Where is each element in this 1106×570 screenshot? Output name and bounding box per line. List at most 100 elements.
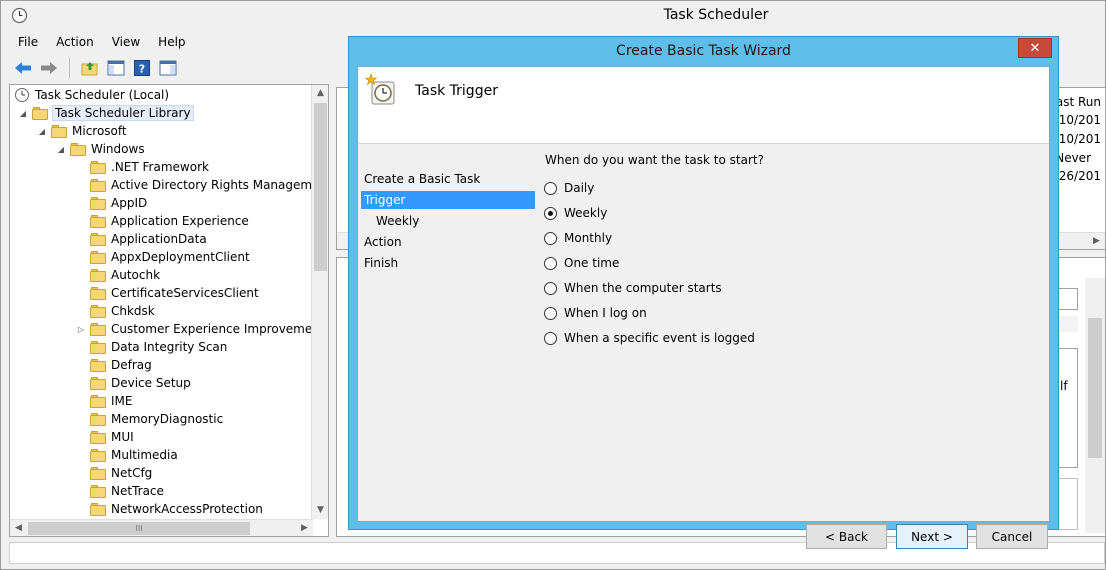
last-run-value: Never — [1055, 151, 1091, 165]
create-basic-task-wizard-dialog: Create Basic Task Wizard ✕ Task Trigger … — [348, 36, 1059, 549]
radio-button[interactable] — [544, 231, 557, 245]
tree-item-label: Active Directory Rights Management S — [111, 178, 313, 192]
scroll-thumb[interactable]: III — [28, 522, 250, 535]
tree-item-label: Windows — [91, 142, 145, 156]
cancel-button[interactable]: Cancel — [976, 524, 1048, 549]
radio-button[interactable] — [544, 281, 557, 295]
folder-icon — [90, 304, 106, 318]
tree-item-folder[interactable]: Chkdsk — [76, 302, 155, 320]
radio-button[interactable] — [544, 331, 557, 345]
step-weekly[interactable]: Weekly — [376, 212, 419, 230]
tree-item-folder[interactable]: CertificateServicesClient — [76, 284, 259, 302]
folder-icon — [90, 214, 106, 228]
scroll-thumb[interactable] — [314, 103, 327, 271]
console-tree-pane: Task Scheduler (Local) ◢ Task Scheduler … — [9, 84, 329, 537]
collapse-arrow-icon[interactable]: ◢ — [37, 127, 47, 136]
window-title: Task Scheduler — [663, 7, 769, 23]
tree-item-folder[interactable]: NetTrace — [76, 482, 164, 500]
tree-item-folder[interactable]: NetCfg — [76, 464, 152, 482]
trigger-option-weekly[interactable]: Weekly — [544, 204, 607, 222]
folder-icon — [90, 358, 106, 372]
up-folder-button[interactable] — [80, 58, 100, 78]
tree-item-label: Customer Experience Improvement Pr — [111, 322, 313, 336]
tree-item-label: Chkdsk — [111, 304, 155, 318]
step-create-basic-task[interactable]: Create a Basic Task — [364, 170, 480, 188]
tree-item-folder[interactable]: Autochk — [76, 266, 160, 284]
trigger-option-one-time[interactable]: One time — [544, 254, 619, 272]
tree-item-folder[interactable]: .NET Framework — [76, 158, 209, 176]
tree-item-folder[interactable]: MemoryDiagnostic — [76, 410, 223, 428]
help-button[interactable]: ? — [132, 58, 152, 78]
radio-label: One time — [564, 256, 620, 270]
step-trigger[interactable]: Trigger — [361, 191, 535, 209]
back-arrow-icon — [15, 62, 31, 74]
collapse-arrow-icon[interactable]: ◢ — [56, 145, 66, 154]
folder-icon — [90, 160, 106, 174]
radio-button[interactable] — [544, 256, 557, 270]
tree-item-folder[interactable]: Device Setup — [76, 374, 191, 392]
trigger-option-when-i-log-on[interactable]: When I log on — [544, 304, 647, 322]
scroll-down-arrow-icon[interactable]: ▼ — [312, 502, 328, 519]
menu-view[interactable]: View — [103, 32, 149, 54]
tree-item-label: NetTrace — [111, 484, 164, 498]
folder-icon — [90, 502, 106, 516]
tree-item-task-scheduler-local[interactable]: Task Scheduler (Local) — [14, 86, 169, 104]
expand-arrow-icon[interactable]: ▷ — [76, 325, 86, 334]
action-pane-icon — [159, 60, 177, 76]
tree-vertical-scrollbar[interactable]: ▲ ▼ — [311, 85, 328, 519]
tree-item-label: CertificateServicesClient — [111, 286, 259, 300]
step-finish[interactable]: Finish — [364, 254, 398, 272]
tree-item-label: Application Experience — [111, 214, 249, 228]
scroll-thumb[interactable] — [1088, 318, 1102, 458]
tree-horizontal-scrollbar[interactable]: ◀ III ▶ — [10, 519, 313, 536]
scroll-up-arrow-icon[interactable]: ▲ — [312, 85, 328, 102]
menu-action[interactable]: Action — [47, 32, 103, 54]
radio-button[interactable] — [544, 306, 557, 320]
dialog-title: Create Basic Task Wizard — [616, 43, 791, 59]
close-button[interactable]: ✕ — [1018, 38, 1052, 58]
menu-file[interactable]: File — [9, 32, 47, 54]
show-hide-console-tree-button[interactable] — [106, 58, 126, 78]
show-hide-action-pane-button[interactable] — [158, 58, 178, 78]
tree-item-folder[interactable]: Data Integrity Scan — [76, 338, 227, 356]
console-tree-icon — [107, 60, 125, 76]
trigger-option-when-a-specific-event-is-logged[interactable]: When a specific event is logged — [544, 329, 755, 347]
radio-button[interactable] — [544, 181, 557, 195]
back-button[interactable]: < Back — [806, 524, 887, 549]
tree-item-windows[interactable]: ◢ Windows — [56, 140, 145, 158]
tree-item-label: ApplicationData — [111, 232, 207, 246]
radio-button[interactable] — [544, 206, 557, 220]
tree-item-folder[interactable]: AppID — [76, 194, 147, 212]
svg-text:?: ? — [139, 63, 145, 76]
next-button[interactable]: Next > — [896, 524, 968, 549]
forward-arrow-button[interactable] — [39, 58, 59, 78]
tree-item-folder[interactable]: Application Experience — [76, 212, 249, 230]
details-vertical-scrollbar[interactable] — [1085, 278, 1105, 533]
tree-item-folder[interactable]: Active Directory Rights Management S — [76, 176, 313, 194]
tree-item-label: Device Setup — [111, 376, 191, 390]
tree-item-folder[interactable]: Defrag — [76, 356, 152, 374]
radio-label: Monthly — [564, 231, 613, 245]
scroll-right-arrow-icon[interactable]: ▶ — [296, 520, 313, 536]
trigger-option-daily[interactable]: Daily — [544, 179, 594, 197]
tree-item-folder[interactable]: AppxDeploymentClient — [76, 248, 250, 266]
trigger-option-monthly[interactable]: Monthly — [544, 229, 612, 247]
tree-item-label: IME — [111, 394, 133, 408]
trigger-option-when-the-computer-starts[interactable]: When the computer starts — [544, 279, 722, 297]
back-arrow-button[interactable] — [13, 58, 33, 78]
tree-item-folder[interactable]: ApplicationData — [76, 230, 207, 248]
tree-item-task-scheduler-library[interactable]: ◢ Task Scheduler Library — [18, 104, 194, 122]
tree-item-folder[interactable]: ▷ Customer Experience Improvement Pr — [76, 320, 313, 338]
tree-item-folder[interactable]: MUI — [76, 428, 134, 446]
tree-item-folder[interactable]: IME — [76, 392, 132, 410]
scroll-right-arrow-icon[interactable]: ▶ — [1088, 233, 1105, 249]
menu-help[interactable]: Help — [149, 32, 194, 54]
folder-icon — [90, 232, 106, 246]
step-action[interactable]: Action — [364, 233, 402, 251]
scroll-left-arrow-icon[interactable]: ◀ — [10, 520, 27, 536]
tree-item-label: Autochk — [111, 268, 161, 282]
tree-item-folder[interactable]: NetworkAccessProtection — [76, 500, 263, 518]
collapse-arrow-icon[interactable]: ◢ — [18, 109, 28, 118]
tree-item-folder[interactable]: Multimedia — [76, 446, 178, 464]
tree-item-microsoft[interactable]: ◢ Microsoft — [37, 122, 127, 140]
